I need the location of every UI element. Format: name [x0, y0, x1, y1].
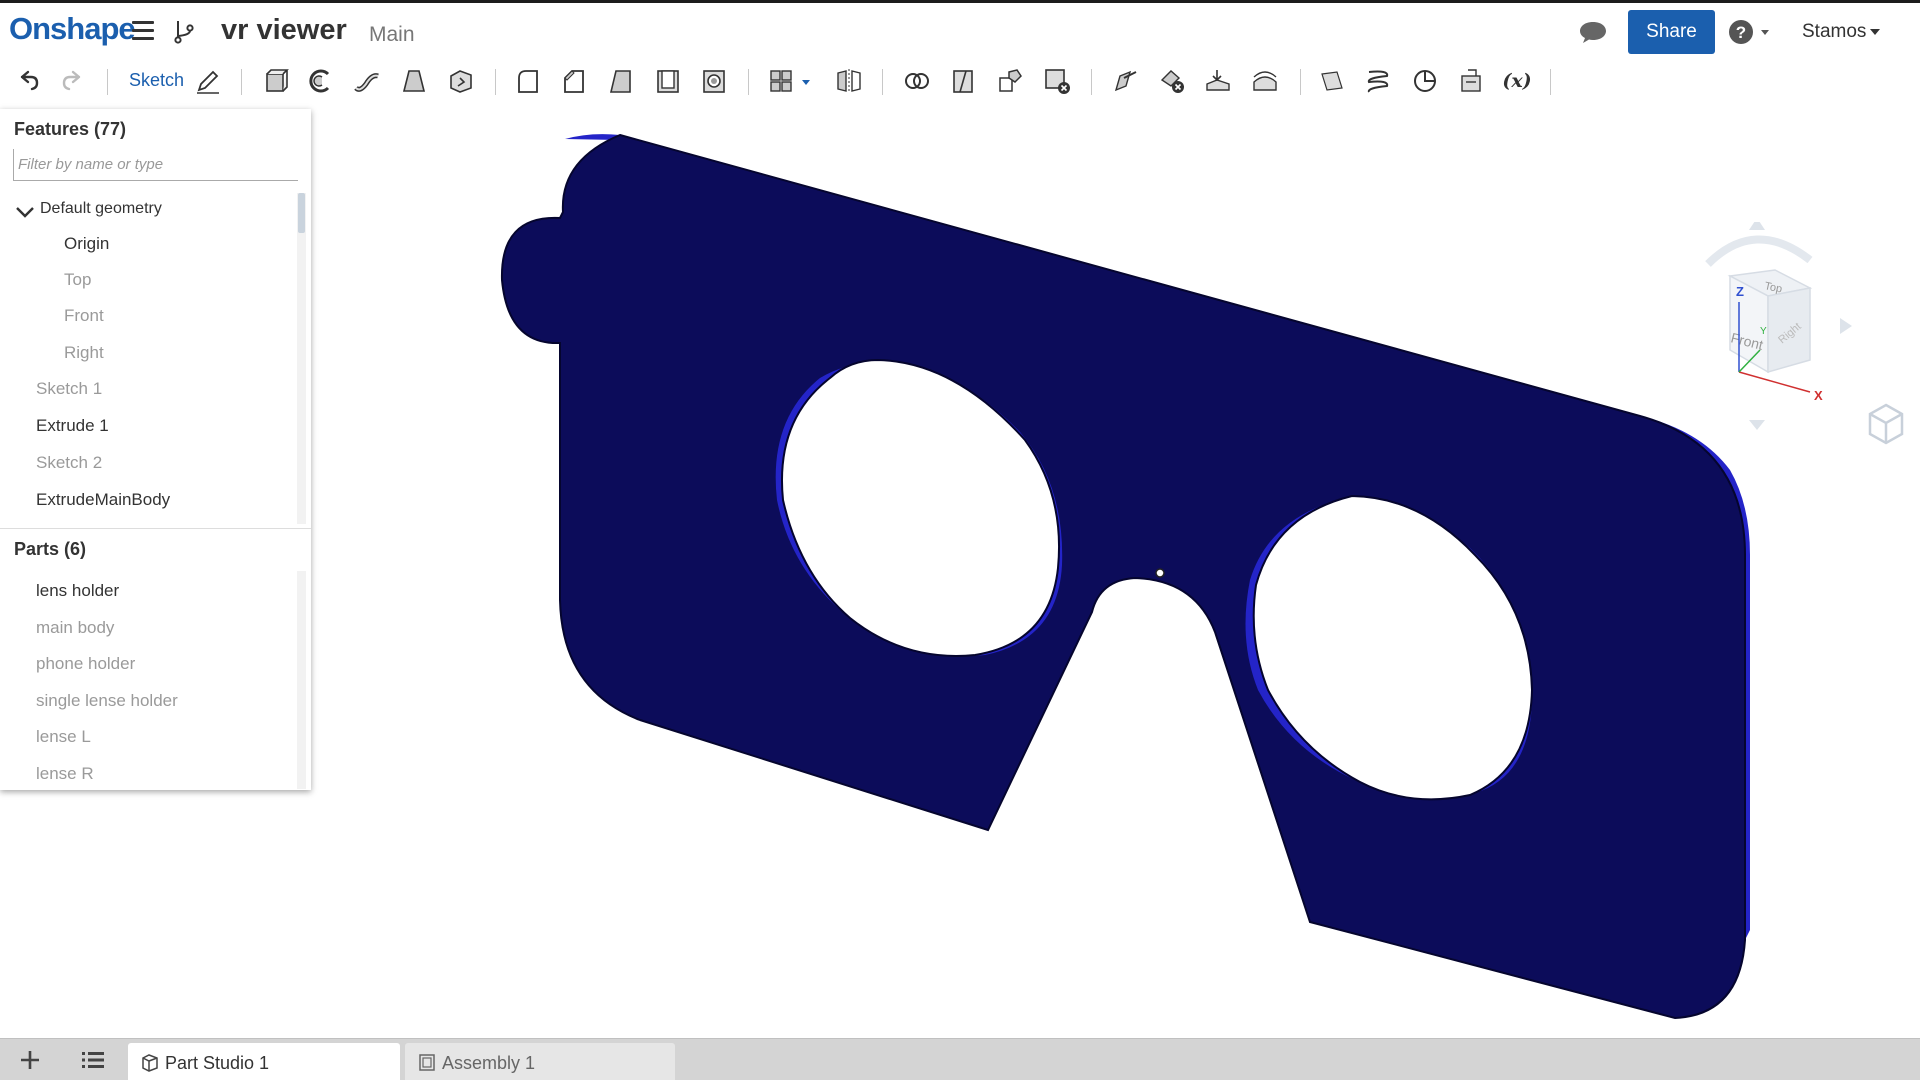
feature-item[interactable]: Extrude 1 [36, 416, 109, 436]
document-tab-bar: Part Studio 1 Assembly 1 [0, 1038, 1920, 1080]
sketch-pencil-icon[interactable] [193, 66, 223, 96]
user-menu[interactable]: Stamos [1802, 21, 1881, 43]
y-axis-label: Y [1760, 326, 1767, 337]
move-face-icon[interactable] [1110, 66, 1140, 96]
view-cube-rotate-down-icon[interactable] [1749, 420, 1765, 430]
toolbar-divider [241, 69, 242, 95]
default-geometry-group[interactable]: Default geometry [40, 200, 162, 218]
feature-item[interactable]: Sketch 2 [36, 453, 102, 473]
redo-icon[interactable] [58, 66, 88, 96]
svg-text:(x): (x) [1502, 70, 1531, 92]
toolbar-divider [107, 69, 108, 95]
x-axis-label: X [1814, 388, 1823, 403]
revolve-icon[interactable] [306, 66, 336, 96]
delete-part-icon[interactable] [1042, 66, 1072, 96]
tab-label: Part Studio 1 [165, 1053, 270, 1073]
toolbar-divider [882, 69, 883, 95]
feature-toolbar: Sketch (x) [0, 60, 1920, 102]
chat-icon[interactable] [1578, 19, 1608, 45]
help-icon[interactable]: ? [1728, 18, 1776, 46]
assembly-icon [419, 1054, 435, 1071]
chevron-down-icon [1870, 28, 1881, 35]
feature-item[interactable]: Origin [64, 234, 109, 254]
toolbar-divider [1550, 69, 1551, 95]
toolbar-divider [1300, 69, 1301, 95]
fillet-icon[interactable] [513, 66, 543, 96]
panel-divider [0, 528, 311, 529]
feature-item[interactable]: Front [64, 306, 104, 326]
plane-icon[interactable] [1317, 66, 1347, 96]
toolbar-divider [1091, 69, 1092, 95]
chevron-down-icon[interactable] [15, 205, 35, 219]
tab-list-icon[interactable] [80, 1048, 106, 1072]
document-title[interactable]: vr viewer [221, 14, 347, 47]
undo-icon[interactable] [13, 66, 43, 96]
parts-heading[interactable]: Parts (6) [14, 539, 86, 560]
split-icon[interactable] [948, 66, 978, 96]
sketch-button[interactable]: Sketch [129, 70, 184, 91]
origin-point[interactable] [1155, 568, 1165, 578]
share-button[interactable]: Share [1628, 10, 1715, 54]
feature-list-panel: Features (77) Default geometry Origin Top… [0, 109, 311, 790]
part-item[interactable]: lense L [36, 727, 91, 747]
feature-item[interactable]: Sketch 1 [36, 379, 102, 399]
boolean-icon[interactable] [902, 66, 932, 96]
view-cube-rotate-right-icon[interactable] [1840, 318, 1852, 334]
offset-surface-icon[interactable] [1250, 66, 1280, 96]
toolbar-divider [748, 69, 749, 95]
features-scrollbar-thumb[interactable] [298, 193, 305, 233]
view-cube-menu-icon[interactable] [1866, 402, 1906, 446]
part-item[interactable]: single lense holder [36, 691, 178, 711]
feature-filter-input[interactable] [13, 149, 298, 181]
tab-part-studio-1[interactable]: Part Studio 1 [128, 1043, 400, 1080]
part-studio-icon [142, 1054, 158, 1072]
feature-item[interactable]: Top [64, 270, 91, 290]
mate-connector-icon[interactable] [1410, 66, 1440, 96]
sweep-icon[interactable] [352, 66, 382, 96]
thicken-icon[interactable] [446, 66, 476, 96]
add-tab-icon[interactable] [18, 1048, 42, 1072]
part-item[interactable]: phone holder [36, 654, 135, 674]
view-cube-orbit-arc [1705, 235, 1813, 267]
hamburger-menu-icon[interactable] [132, 21, 154, 41]
feature-item[interactable]: Right [64, 343, 104, 363]
toolbar-divider [495, 69, 496, 95]
delete-face-icon[interactable] [1157, 66, 1187, 96]
onshape-logo[interactable]: Onshape [9, 11, 136, 47]
part-item[interactable]: lense R [36, 764, 94, 784]
transform-icon[interactable] [995, 66, 1025, 96]
tab-assembly-1[interactable]: Assembly 1 [405, 1043, 675, 1080]
z-axis-label: Z [1736, 284, 1744, 299]
feature-item[interactable]: ExtrudeMainBody [36, 490, 170, 510]
view-cube-rotate-up-icon[interactable] [1749, 222, 1765, 230]
mirror-icon[interactable] [834, 66, 864, 96]
loft-icon[interactable] [399, 66, 429, 96]
workspace-name[interactable]: Main [369, 23, 415, 47]
x-axis-line [1738, 371, 1811, 393]
part-main-body[interactable] [500, 133, 1746, 1020]
variable-icon[interactable]: (x) [1502, 66, 1532, 96]
tab-label: Assembly 1 [442, 1053, 536, 1073]
pattern-dropdown-icon[interactable] [799, 66, 815, 96]
pattern-icon[interactable] [766, 66, 796, 96]
svg-text:?: ? [1736, 23, 1746, 42]
replace-face-icon[interactable] [1203, 66, 1233, 96]
part-item[interactable]: main body [36, 618, 114, 638]
import-icon[interactable] [1456, 66, 1486, 96]
part-item[interactable]: lens holder [36, 581, 119, 601]
extrude-icon[interactable] [261, 66, 291, 96]
features-scrollbar-track[interactable] [297, 193, 306, 524]
chamfer-icon[interactable] [559, 66, 589, 96]
shell-icon[interactable] [653, 66, 683, 96]
helix-icon[interactable] [1363, 66, 1393, 96]
app-header: Onshape vr viewer Main Share ? Stamos [0, 0, 1920, 64]
user-name: Stamos [1802, 21, 1867, 42]
branch-icon[interactable] [172, 19, 196, 45]
parts-scrollbar-track[interactable] [297, 571, 306, 789]
hole-icon[interactable] [699, 66, 729, 96]
draft-icon[interactable] [606, 66, 636, 96]
features-heading[interactable]: Features (77) [14, 119, 126, 140]
